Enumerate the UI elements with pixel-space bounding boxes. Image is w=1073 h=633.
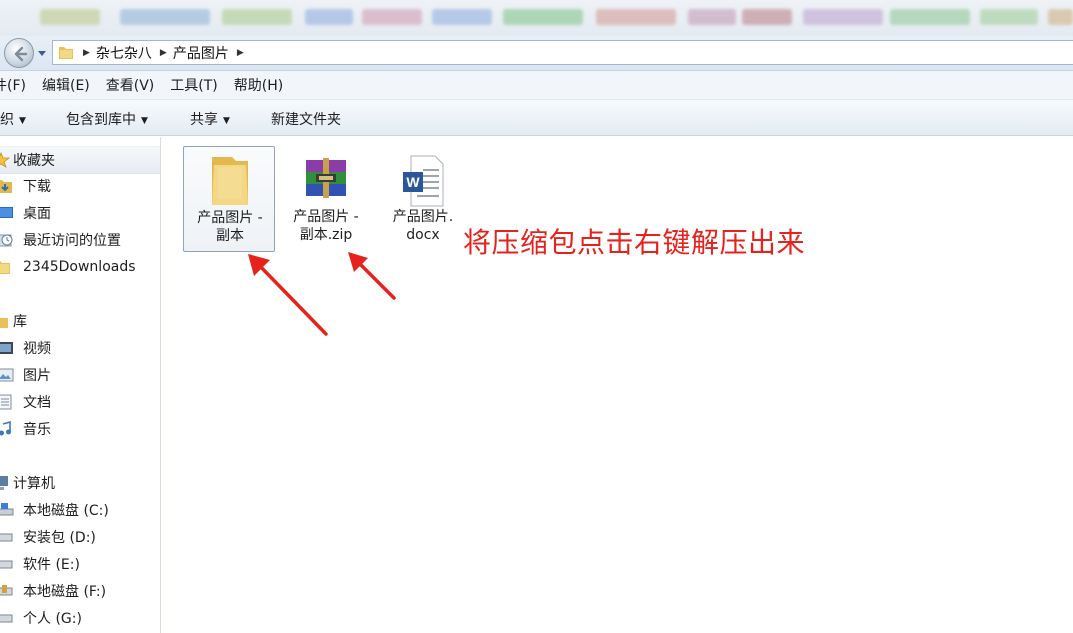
- nav-computer-header[interactable]: 计算机: [0, 470, 160, 496]
- nav-item-drive-d[interactable]: 安装包 (D:): [0, 524, 160, 550]
- back-button[interactable]: [4, 38, 34, 68]
- browser-bookmarks-bar: [0, 0, 1073, 36]
- video-library-icon: [0, 342, 13, 354]
- breadcrumb-item[interactable]: 杂七杂八: [96, 43, 152, 63]
- downloads-folder-icon: [0, 180, 12, 193]
- navigation-pane: 收藏夹 下载 桌面 最近访问的位置 2345Downloads 库 视频 图片 …: [0, 137, 161, 633]
- nav-item-drive-c[interactable]: 本地磁盘 (C:): [0, 497, 160, 523]
- nav-label: 下载: [23, 179, 51, 195]
- nav-label: 2345Downloads: [23, 259, 136, 275]
- nav-label: 本地磁盘 (C:): [23, 503, 109, 519]
- folder-icon: [59, 46, 73, 59]
- folder-icon: [0, 261, 10, 274]
- nav-label: 本地磁盘 (F:): [23, 584, 107, 600]
- nav-favorites-header[interactable]: 收藏夹: [0, 146, 160, 174]
- breadcrumb-item[interactable]: 产品图片: [173, 43, 229, 63]
- nav-label: 安装包 (D:): [23, 530, 96, 546]
- system-drive-icon: [0, 503, 14, 516]
- share-label: 共享: [190, 112, 218, 128]
- svg-text:W: W: [406, 174, 420, 190]
- nav-item-downloads[interactable]: 下载: [0, 173, 160, 199]
- nav-item-recent-places[interactable]: 最近访问的位置: [0, 227, 160, 253]
- file-label-line: docx: [406, 227, 440, 243]
- nav-label: 视频: [23, 341, 51, 357]
- nav-item-pictures[interactable]: 图片: [0, 362, 160, 388]
- hard-drive-icon: [0, 560, 13, 569]
- file-label: 产品图片. docx: [377, 208, 469, 244]
- dropdown-caret-icon: ▼: [141, 116, 148, 126]
- hard-drive-icon: [0, 533, 13, 542]
- nav-libraries-header[interactable]: 库: [0, 308, 160, 334]
- organize-button[interactable]: 织 ▼: [0, 109, 26, 129]
- nav-label: 库: [13, 314, 27, 330]
- menu-bar: 件(F) 编辑(E) 查看(V) 工具(T) 帮助(H): [0, 71, 1073, 99]
- back-arrow-icon: [14, 46, 28, 62]
- nav-label: 收藏夹: [13, 153, 55, 169]
- folder-icon: [212, 157, 248, 205]
- encrypted-drive-icon: [0, 585, 13, 596]
- file-label-line: 产品图片 -: [197, 210, 263, 226]
- file-label-line: 副本.zip: [299, 227, 353, 243]
- file-label-line: 副本: [216, 228, 244, 244]
- share-button[interactable]: 共享 ▼: [190, 109, 230, 129]
- nav-label: 桌面: [23, 206, 51, 222]
- menu-file[interactable]: 件(F): [0, 75, 26, 95]
- hard-drive-icon: [0, 614, 13, 623]
- file-label-line: 产品图片.: [392, 209, 454, 225]
- nav-item-documents[interactable]: 文档: [0, 389, 160, 415]
- instruction-annotation: 将压缩包点击右键解压出来: [463, 226, 806, 259]
- file-item-zip-archive[interactable]: 产品图片 - 副本.zip: [280, 146, 372, 252]
- pictures-library-icon: [0, 368, 14, 382]
- menu-edit[interactable]: 编辑(E): [42, 75, 90, 95]
- winrar-archive-icon: [306, 158, 346, 198]
- file-item-folder[interactable]: 产品图片 - 副本: [183, 146, 275, 252]
- nav-label: 音乐: [23, 422, 51, 438]
- library-icon: [0, 318, 8, 328]
- nav-label: 图片: [23, 368, 51, 384]
- nav-label: 个人 (G:): [23, 611, 82, 627]
- menu-tools[interactable]: 工具(T): [170, 75, 217, 95]
- nav-item-drive-f[interactable]: 本地磁盘 (F:): [0, 578, 160, 604]
- nav-item-music[interactable]: 音乐: [0, 416, 160, 442]
- nav-item-drive-g[interactable]: 个人 (G:): [0, 605, 160, 631]
- nav-item-drive-e[interactable]: 软件 (E:): [0, 551, 160, 577]
- command-bar: 织 ▼ 包含到库中 ▼ 共享 ▼ 新建文件夹: [0, 99, 1073, 136]
- nav-label: 软件 (E:): [23, 557, 80, 573]
- recent-pages-dropdown-icon[interactable]: [36, 47, 48, 59]
- breadcrumb-chevron-icon[interactable]: ▶: [83, 48, 90, 58]
- file-item-docx[interactable]: W 产品图片. docx: [377, 146, 469, 252]
- dropdown-caret-icon: ▼: [19, 116, 26, 126]
- nav-label: 计算机: [13, 476, 55, 492]
- address-bar[interactable]: ▶ 杂七杂八 ▶ 产品图片 ▶: [52, 40, 1073, 65]
- arrow-annotation-icon: [248, 252, 396, 336]
- breadcrumb-chevron-icon[interactable]: ▶: [237, 48, 244, 58]
- desktop-icon: [0, 207, 13, 218]
- menu-help[interactable]: 帮助(H): [234, 75, 283, 95]
- nav-item-videos[interactable]: 视频: [0, 335, 160, 361]
- music-library-icon: [0, 421, 11, 436]
- new-folder-button[interactable]: 新建文件夹: [271, 109, 341, 129]
- star-icon: [0, 152, 10, 168]
- word-document-icon: W: [403, 155, 444, 207]
- recent-places-icon: [0, 234, 13, 247]
- nav-label: 文档: [23, 395, 51, 411]
- documents-library-icon: [0, 394, 12, 410]
- file-label: 产品图片 - 副本.zip: [280, 208, 372, 244]
- include-in-library-button[interactable]: 包含到库中 ▼: [66, 109, 148, 129]
- address-row: ▶ 杂七杂八 ▶ 产品图片 ▶: [0, 36, 1073, 71]
- file-label: 产品图片 - 副本: [184, 209, 276, 245]
- dropdown-caret-icon: ▼: [223, 116, 230, 126]
- file-label-line: 产品图片 -: [293, 209, 359, 225]
- nav-item-2345downloads[interactable]: 2345Downloads: [0, 254, 160, 280]
- organize-label: 织: [0, 112, 14, 128]
- menu-view[interactable]: 查看(V): [106, 75, 155, 95]
- file-list-pane: 产品图片 - 副本 产品图片 - 副本.zip W 产品图片. docx: [161, 137, 1073, 633]
- breadcrumb-chevron-icon[interactable]: ▶: [160, 48, 167, 58]
- include-in-library-label: 包含到库中: [66, 112, 136, 128]
- nav-label: 最近访问的位置: [23, 233, 121, 249]
- nav-item-desktop[interactable]: 桌面: [0, 200, 160, 226]
- computer-icon: [0, 476, 8, 490]
